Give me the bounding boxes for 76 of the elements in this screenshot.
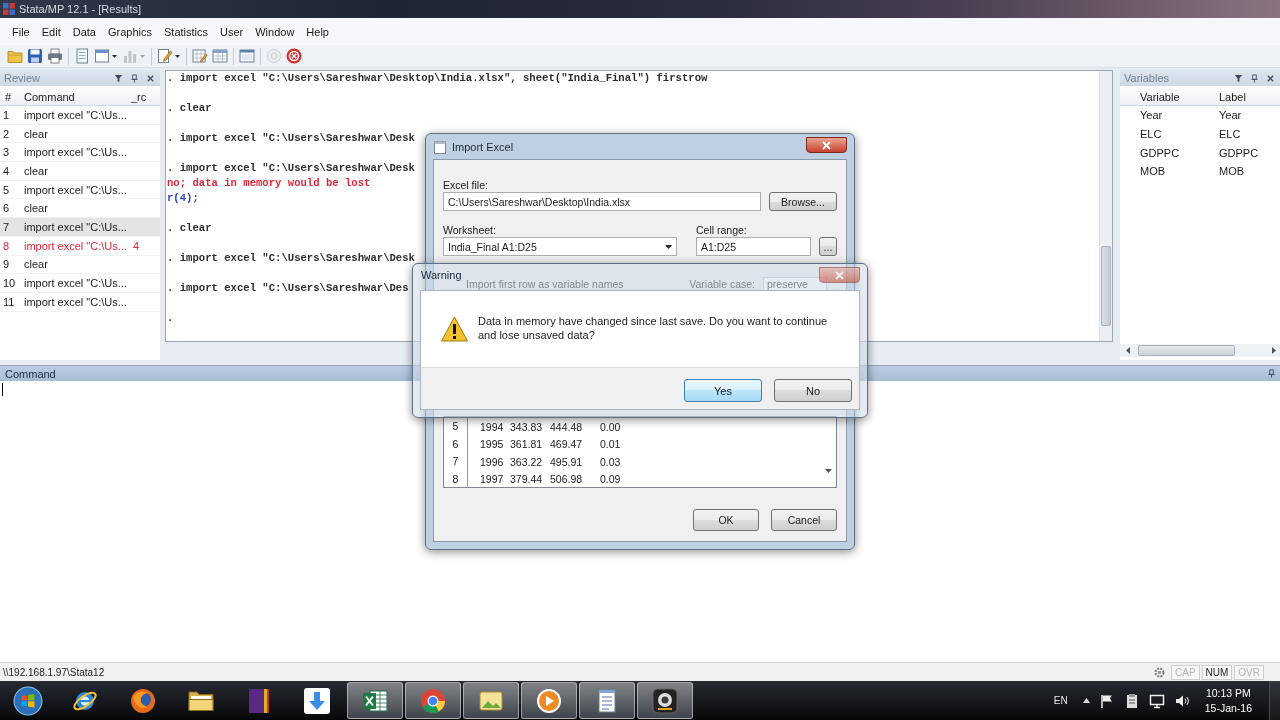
row-number: 6 (3, 202, 10, 215)
table-cell: 506.98 (550, 473, 583, 486)
window-title: Stata/MP 12.1 - [Results] (19, 3, 142, 15)
table-cell: 4 (133, 239, 140, 252)
table-cell: ELC (1140, 128, 1162, 141)
row-number: 8 (3, 239, 10, 252)
command-echo: . clear (167, 101, 212, 116)
command-echo: . import excel "C:\Users\Sareshwar\Des (167, 281, 409, 296)
table-cell: clear (24, 127, 48, 140)
dialog-title: Warning (421, 269, 462, 281)
row-number: 5 (444, 418, 468, 436)
row-number: 10 (3, 277, 16, 290)
table-cell: 495.91 (550, 455, 583, 468)
table-cell: 361.81 (510, 438, 543, 451)
status-indicator: CAP (1171, 664, 1200, 680)
row-number: 6 (444, 435, 468, 453)
table-cell: 0.03 (600, 455, 621, 468)
table-cell: GDPPC (1140, 146, 1180, 159)
row-number: 2 (3, 127, 10, 140)
table-cell: clear (24, 258, 48, 271)
status-indicator: NUM (1201, 664, 1233, 680)
row-number: 3 (3, 146, 10, 159)
table-cell: 1995 (480, 438, 504, 451)
table-cell: 0.01 (600, 438, 621, 451)
panel-title: Command (5, 367, 56, 380)
table-cell: 469.47 (550, 438, 583, 451)
table-cell: import excel "C:\Us... (24, 239, 127, 252)
command-echo: . import excel "C:\Users\Sareshwar\Desktop\India.xlsx", sheet("India_Final") firstrow (167, 71, 708, 86)
command-echo: . import excel "C:\Users\Sareshwar\Desk (167, 161, 415, 176)
panel-title: Variables (1124, 72, 1170, 84)
row-number: 8 (444, 470, 468, 488)
table-cell: clear (24, 202, 48, 215)
table-cell: 0.00 (600, 420, 621, 433)
table-cell: import excel "C:\Us... (24, 146, 127, 159)
dialog-title: Import Excel (452, 141, 514, 153)
row-number: 9 (3, 258, 10, 271)
table-cell: 444.48 (550, 420, 583, 433)
table-cell: import excel "C:\Us... (24, 277, 127, 290)
row-number: 7 (3, 220, 10, 233)
command-prompt: . (167, 311, 174, 326)
table-cell: ELC (1219, 128, 1241, 141)
table-cell: 1996 (480, 455, 504, 468)
field-label: Cell range: (696, 223, 747, 237)
return-code: r(4); (167, 191, 199, 206)
row-number: 11 (3, 295, 15, 308)
table-cell: Year (1140, 109, 1163, 122)
table-cell: 343.83 (510, 420, 543, 433)
table-cell: import excel "C:\Us... (24, 108, 127, 121)
field-label: Variable case: (689, 278, 755, 290)
row-number: 5 (3, 183, 10, 196)
error-message: no; data in memory would be lost (167, 176, 371, 191)
row-number: 1 (3, 108, 10, 121)
table-cell: 363.22 (510, 455, 543, 468)
field-label: Worksheet: (443, 223, 496, 237)
command-echo: . import excel "C:\Users\Sareshwar\Desk (167, 131, 415, 146)
row-number: 4 (3, 164, 10, 177)
field-label: Excel file: (443, 178, 488, 192)
table-cell: import excel "C:\Us... (24, 295, 127, 308)
table-cell: clear (24, 164, 48, 177)
table-cell: 379.44 (510, 473, 543, 486)
row-number: 7 (444, 453, 468, 471)
table-cell: MOB (1140, 165, 1166, 178)
table-cell: 0.09 (600, 473, 621, 486)
command-echo: . import excel "C:\Users\Sareshwar\Desk (167, 251, 415, 266)
panel-title: Review (4, 72, 41, 84)
table-cell: GDPPC (1219, 146, 1259, 159)
table-cell: 1994 (480, 420, 504, 433)
command-echo: . clear (167, 221, 212, 236)
table-cell: import excel "C:\Us... (24, 183, 127, 196)
status-indicator: OVR (1234, 664, 1264, 680)
table-cell: Year (1219, 109, 1242, 122)
table-cell: import excel "C:\Us... (24, 220, 127, 233)
table-cell: MOB (1219, 165, 1245, 178)
table-cell: 1997 (480, 473, 504, 486)
warning-message: Data in memory have changed since last save. Do you want to continue and lose unsaved data? (478, 314, 829, 342)
status-text: \\192.168.1.97\Stata12 (3, 666, 105, 678)
